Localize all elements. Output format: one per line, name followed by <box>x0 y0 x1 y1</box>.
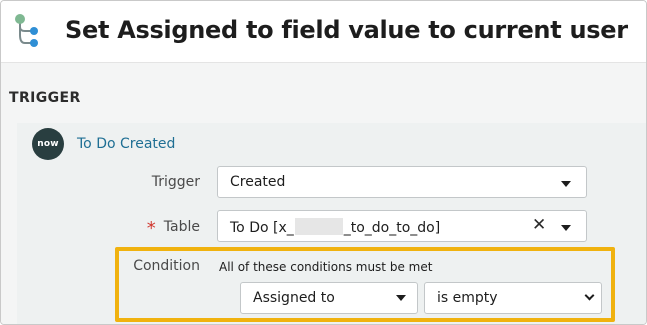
condition-field-select[interactable]: Assigned to <box>240 282 418 314</box>
flow-designer-icon <box>15 14 38 47</box>
condition-field-value: Assigned to <box>253 290 335 306</box>
condition-description: All of these conditions must be met <box>219 260 433 274</box>
table-select-value: To Do [x_ _to_do_to_do] <box>230 218 440 236</box>
chevron-down-icon <box>396 295 406 301</box>
condition-operator-value: is empty <box>437 290 498 306</box>
redacted-mask <box>294 218 343 235</box>
required-marker: * <box>146 218 156 239</box>
trigger-select[interactable]: Created <box>217 166 587 198</box>
chevron-down-icon <box>584 290 595 301</box>
table-label-row: * Table <box>146 215 200 239</box>
page-title: Set Assigned to field value to current u… <box>65 16 628 44</box>
table-select[interactable]: To Do [x_ _to_do_to_do] ✕ <box>217 210 587 242</box>
trigger-label: Trigger <box>151 174 200 190</box>
chevron-down-icon <box>561 181 571 187</box>
trigger-section-header: TRIGGER <box>1 63 646 123</box>
trigger-select-value: Created <box>230 174 286 190</box>
servicenow-icon: now <box>32 128 64 160</box>
condition-operator-select[interactable]: is empty <box>424 282 602 314</box>
flow-trigger-panel: Set Assigned to field value to current u… <box>0 0 647 325</box>
table-value-prefix: To Do [x_ <box>230 220 294 236</box>
condition-label: Condition <box>133 258 200 274</box>
trigger-name-link[interactable]: To Do Created <box>77 136 175 152</box>
table-value-suffix: _to_do_to_do] <box>343 220 441 236</box>
close-icon[interactable]: ✕ <box>532 217 546 234</box>
section-title: TRIGGER <box>9 90 81 106</box>
chevron-down-icon <box>561 225 571 231</box>
page-header: Set Assigned to field value to current u… <box>1 1 646 63</box>
table-label: Table <box>163 219 200 235</box>
